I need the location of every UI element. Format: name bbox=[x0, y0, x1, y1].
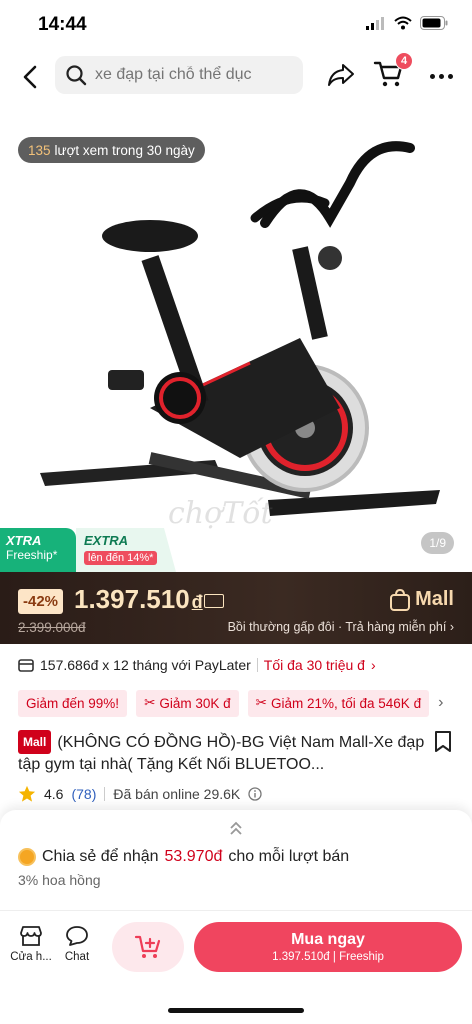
top-bar: 4 bbox=[0, 52, 472, 100]
voucher-chip[interactable]: ✂ Giảm 30K đ bbox=[136, 689, 239, 717]
xtra-subtitle: Freeship* bbox=[6, 548, 58, 562]
search-icon bbox=[66, 65, 87, 86]
voucher-chip[interactable]: ✂ Giảm 21%, tối đa 546K đ bbox=[247, 689, 430, 717]
chevron-right-icon[interactable]: › bbox=[438, 694, 443, 712]
chevron-left-icon bbox=[23, 65, 37, 89]
buy-now-price: 1.397.510đ bbox=[272, 951, 330, 963]
extra-subtitle: lên đến 14%* bbox=[84, 551, 158, 565]
price-value: 1.397.510 bbox=[74, 584, 190, 614]
extra-title: EXTRA bbox=[84, 533, 129, 548]
battery-icon bbox=[420, 16, 448, 30]
mall-bag-icon bbox=[390, 588, 411, 611]
wifi-icon bbox=[394, 16, 412, 30]
info-icon bbox=[248, 787, 262, 801]
mall-logo: Mall bbox=[390, 588, 454, 611]
guarantee-text: Bồi thường gấp đôi · Trả hàng miễn phí bbox=[227, 620, 447, 634]
share-earn-line: Chia sẻ để nhận 53.970đ cho mỗi lượt bán bbox=[18, 848, 349, 866]
mall-text: Mall bbox=[415, 588, 454, 610]
voucher-icon[interactable] bbox=[204, 594, 224, 608]
xtra-title: XTRA bbox=[6, 533, 42, 548]
star-icon bbox=[18, 785, 36, 802]
product-image-carousel[interactable]: 135 lượt xem trong 30 ngày chợTốt 1/9 XT… bbox=[0, 108, 472, 572]
shop-button[interactable]: Cửa h... bbox=[8, 925, 54, 963]
home-indicator bbox=[168, 1008, 304, 1013]
views-count-pill: 135 lượt xem trong 30 ngày bbox=[18, 137, 205, 163]
chat-button[interactable]: Chat bbox=[54, 925, 100, 963]
discount-tag: -42% bbox=[18, 589, 64, 614]
share-suffix: cho mỗi lượt bán bbox=[228, 848, 350, 865]
commission-text: 3% hoa hồng bbox=[18, 872, 101, 888]
dot-icon bbox=[447, 73, 453, 79]
product-title: Mall (KHÔNG CÓ ĐỒNG HỒ)-BG Việt Nam Mall-… bbox=[18, 730, 438, 776]
chevron-right-icon: › bbox=[449, 620, 454, 634]
divider bbox=[104, 787, 106, 801]
rating-count: (78) bbox=[71, 786, 97, 802]
signal-icon bbox=[366, 17, 384, 30]
original-price: 2.399.000đ bbox=[18, 620, 86, 635]
chevron-right-icon: › bbox=[370, 657, 376, 673]
paylater-icon bbox=[18, 659, 34, 672]
rating-row[interactable]: 4.6 (78) Đã bán online 29.6K bbox=[18, 784, 262, 804]
shop-icon bbox=[20, 926, 42, 946]
cart-count-badge: 4 bbox=[395, 52, 413, 70]
chip-label: Giảm đến 99%! bbox=[26, 695, 120, 711]
share-arrow-icon bbox=[328, 64, 354, 86]
shop-label: Cửa h... bbox=[10, 951, 52, 963]
double-chevron-up-icon[interactable] bbox=[228, 820, 244, 838]
paylater-row[interactable]: 157.686đ x 12 tháng với PayLater Tối đa … bbox=[18, 654, 458, 676]
views-number: 135 bbox=[28, 142, 51, 158]
ticket-icon: ✂ bbox=[255, 695, 267, 710]
image-page-indicator: 1/9 bbox=[421, 532, 454, 554]
ticket-icon: ✂ bbox=[144, 695, 156, 710]
watermark-text: chợTốt bbox=[168, 496, 273, 531]
chip-label: Giảm 21%, tối đa 546K đ bbox=[270, 695, 422, 711]
mall-badge: Mall bbox=[18, 730, 52, 754]
share-prefix: Chia sẻ để nhận bbox=[42, 848, 159, 865]
bookmark-button[interactable] bbox=[434, 731, 452, 753]
rating-value: 4.6 bbox=[44, 786, 64, 802]
buy-now-label: Mua ngay bbox=[291, 931, 365, 948]
paylater-text: 157.686đ x 12 tháng với PayLater bbox=[40, 657, 251, 673]
chip-label: Giảm 30K đ bbox=[159, 695, 231, 711]
search-bar[interactable] bbox=[55, 56, 303, 94]
chat-label: Chat bbox=[64, 951, 90, 963]
buy-now-sub: 1.397.510đ | Freeship bbox=[272, 951, 384, 963]
status-icons bbox=[366, 16, 448, 30]
coin-icon bbox=[18, 848, 36, 866]
voucher-chip[interactable]: Giảm đến 99%! bbox=[18, 689, 128, 717]
search-input[interactable] bbox=[95, 66, 295, 84]
dot-icon bbox=[429, 73, 435, 79]
more-options-button[interactable] bbox=[426, 62, 456, 90]
add-to-cart-button[interactable] bbox=[112, 922, 184, 972]
views-text: lượt xem trong 30 ngày bbox=[54, 142, 195, 158]
price-bar: -42% 1.397.510 đ 2.399.000đ Mall Bồi thườ… bbox=[0, 572, 472, 644]
bottom-action-bar: Cửa h... Chat Mua ngay 1.397.510đ | Free… bbox=[0, 910, 472, 986]
share-amount: 53.970đ bbox=[164, 848, 223, 865]
back-button[interactable] bbox=[16, 62, 46, 92]
status-time: 14:44 bbox=[38, 14, 87, 35]
extra-voucher-badge: EXTRA lên đến 14%* bbox=[76, 528, 176, 572]
buy-now-freeship: Freeship bbox=[339, 951, 384, 963]
current-price: 1.397.510 đ bbox=[74, 584, 203, 615]
xtra-freeship-badge: XTRA Freeship* bbox=[0, 528, 76, 572]
price-currency: đ bbox=[191, 592, 203, 612]
bookmark-icon bbox=[435, 731, 451, 752]
guarantee-link[interactable]: Bồi thường gấp đôi · Trả hàng miễn phí › bbox=[228, 620, 454, 634]
status-bar: 14:44 bbox=[0, 0, 472, 50]
add-to-cart-icon bbox=[134, 935, 161, 958]
paylater-limit: Tối đa 30 triệu đ bbox=[263, 657, 365, 673]
sold-count: Đã bán online 29.6K bbox=[113, 786, 241, 802]
product-title-text: (KHÔNG CÓ ĐỒNG HỒ)-BG Việt Nam Mall-Xe đ… bbox=[18, 734, 425, 773]
buy-now-button[interactable]: Mua ngay 1.397.510đ | Freeship bbox=[194, 922, 462, 972]
chat-icon bbox=[66, 926, 88, 946]
divider bbox=[256, 658, 258, 672]
share-earn-sheet[interactable]: Chia sẻ để nhận 53.970đ cho mỗi lượt bán… bbox=[0, 810, 472, 910]
dot-icon bbox=[438, 73, 444, 79]
share-button[interactable] bbox=[326, 60, 356, 90]
voucher-chips: Giảm đến 99%! ✂ Giảm 30K đ ✂ Giảm 21%, tối… bbox=[18, 689, 458, 717]
